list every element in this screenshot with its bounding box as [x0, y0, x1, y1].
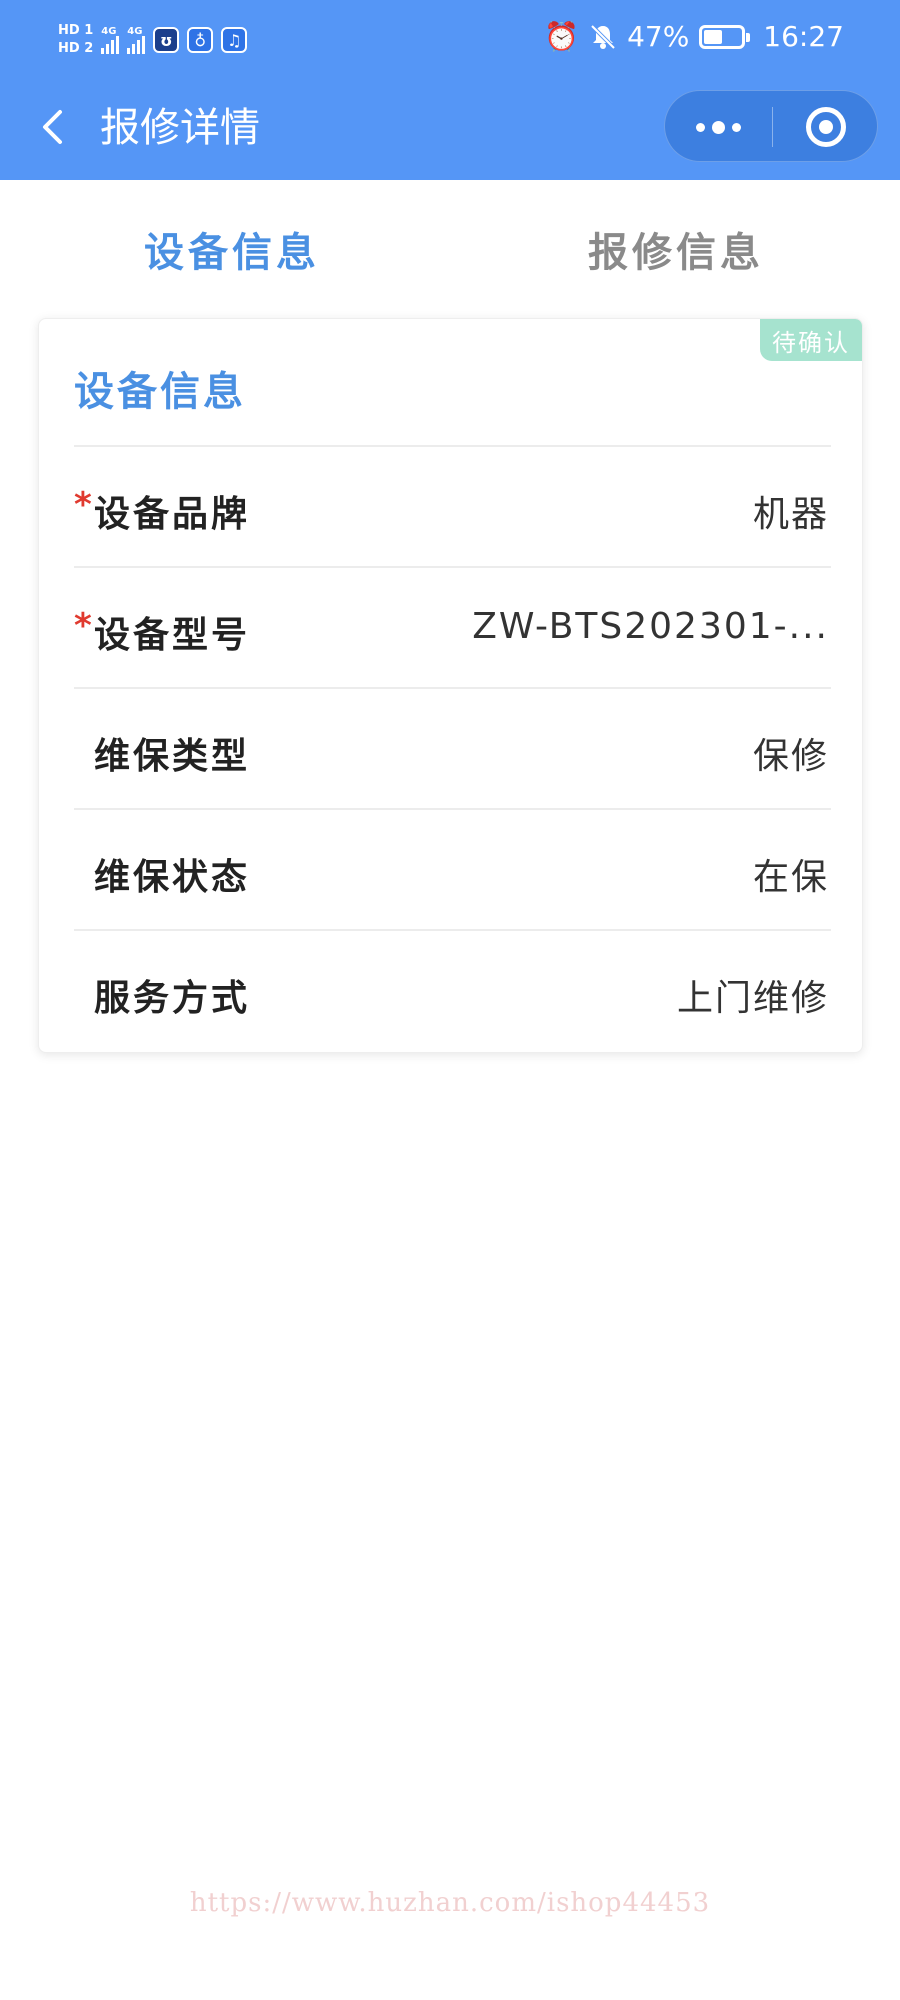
battery-icon: [699, 24, 751, 49]
info-row-model: * 设备型号 ZW-BTS202301-...: [74, 566, 831, 687]
more-dots-icon-right: [732, 122, 741, 132]
hd1-indicator: HD 1: [58, 23, 94, 38]
signal-1-icon: 4G: [101, 26, 120, 54]
app-header: HD 1 HD 2 4G 4G ʊ ♁ ♫ ⏰ 47% 16:27 报修详情: [0, 0, 900, 180]
page-title: 报修详情: [100, 105, 260, 151]
nav-bar: 报修详情: [0, 80, 900, 180]
hd2-indicator: HD 2: [58, 41, 94, 56]
required-asterisk: *: [74, 606, 92, 646]
row-value: 机器: [752, 494, 829, 535]
device-info-card: 待确认 设备信息 * 设备品牌 机器 * 设备型号 ZW-BTS202301-.…: [38, 318, 863, 1053]
status-left: HD 1 HD 2 4G 4G ʊ ♁ ♫: [58, 14, 248, 66]
clock-time: 16:27: [763, 20, 844, 53]
more-dots-icon: [696, 122, 705, 132]
tab-device-info[interactable]: 设备信息: [144, 220, 320, 278]
status-badge: 待确认: [760, 319, 862, 361]
info-list: * 设备品牌 机器 * 设备型号 ZW-BTS202301-... 维保类型 保…: [74, 445, 831, 1050]
alarm-icon: ⏰: [544, 20, 580, 53]
required-asterisk: *: [74, 485, 92, 525]
row-label: 设备品牌: [94, 494, 251, 535]
network-type-1: 4G: [101, 26, 117, 37]
target-circle-icon: [805, 107, 846, 147]
card-title: 设备信息: [74, 369, 246, 415]
battery-percent: 47%: [627, 20, 690, 53]
tab-repair-info[interactable]: 报修信息: [588, 220, 764, 278]
row-value: 保修: [752, 736, 829, 777]
bulb-icon: ♁: [187, 27, 214, 53]
close-miniprogram-button[interactable]: [772, 91, 879, 163]
row-value: 在保: [752, 857, 829, 898]
more-button[interactable]: [665, 91, 772, 163]
hd-indicators: HD 1 HD 2: [58, 24, 93, 56]
info-row-warranty-status: 维保状态 在保: [74, 808, 831, 929]
row-label: 维保类型: [94, 736, 251, 777]
row-value: ZW-BTS202301-...: [472, 606, 829, 647]
music-icon: ♫: [221, 27, 248, 53]
row-label: 维保状态: [94, 857, 251, 898]
status-right: ⏰ 47% 16:27: [544, 20, 844, 53]
more-dots-icon-center: [712, 120, 725, 134]
info-row-service-method: 服务方式 上门维修: [74, 929, 831, 1050]
row-label: 服务方式: [94, 978, 251, 1019]
tab-bar: 设备信息 报修信息: [0, 180, 900, 310]
mute-bell-icon: [590, 24, 616, 49]
row-label: 设备型号: [94, 615, 251, 656]
app-notification-icon: ʊ: [153, 27, 180, 53]
network-type-2: 4G: [127, 26, 143, 37]
miniprogram-capsule: [664, 90, 878, 162]
back-arrow-icon[interactable]: [30, 102, 80, 152]
status-bar: HD 1 HD 2 4G 4G ʊ ♁ ♫ ⏰ 47% 16:27: [0, 0, 900, 80]
signal-2-icon: 4G: [127, 26, 146, 54]
info-row-brand: * 设备品牌 机器: [74, 445, 831, 566]
row-value: 上门维修: [676, 978, 829, 1019]
info-row-maintenance-type: 维保类型 保修: [74, 687, 831, 808]
watermark: https://www.huzhan.com/ishop44453: [189, 1888, 711, 1918]
